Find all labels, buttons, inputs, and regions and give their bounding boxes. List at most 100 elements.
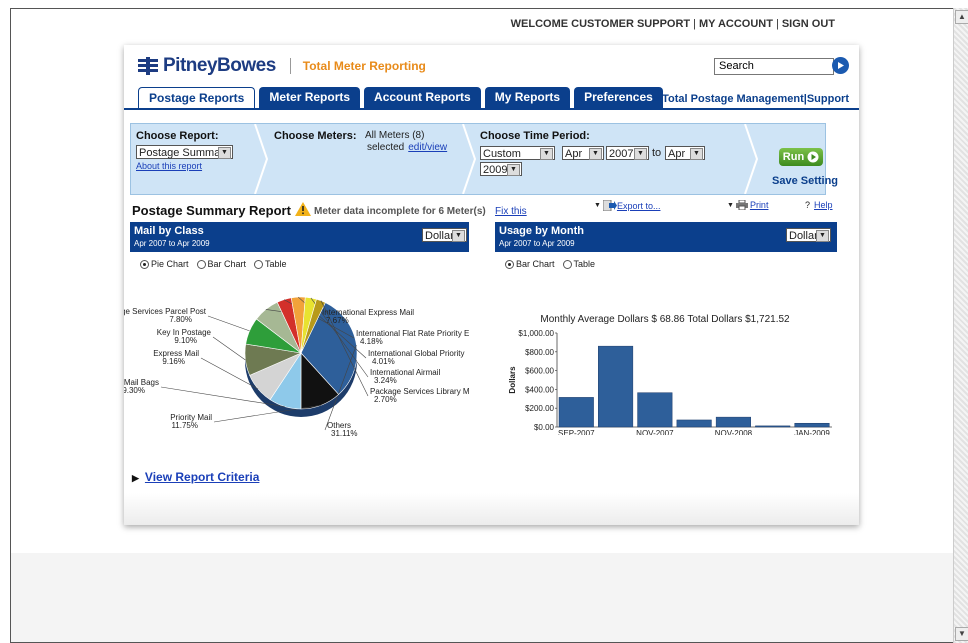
choose-meters-label: Choose Meters: <box>274 130 357 142</box>
support-link[interactable]: Support <box>807 93 849 105</box>
search-input[interactable] <box>714 58 834 75</box>
scroll-up-icon[interactable]: ▲ <box>955 10 968 24</box>
to-year-select[interactable]: 2009 ▼ <box>480 162 522 176</box>
report-controls <box>130 123 826 195</box>
run-button-label: Run <box>782 151 805 163</box>
welcome-text: WELCOME CUSTOMER SUPPORT <box>510 18 691 30</box>
run-button[interactable]: Run <box>779 148 823 166</box>
bar-sep-2007 <box>558 397 594 428</box>
tab-rule <box>124 108 859 110</box>
view-report-criteria-link[interactable]: ▶ View Report Criteria <box>132 470 259 484</box>
to-label: to <box>652 147 662 159</box>
step-divider-icon <box>254 124 269 194</box>
y-tick-label: $200.00 <box>525 404 554 413</box>
logo-divider <box>289 58 291 74</box>
tab-account-reports[interactable]: Account Reports <box>364 87 481 108</box>
bar-jan-2009 <box>794 422 830 428</box>
pie-slice-value: 9.10% <box>174 336 197 345</box>
pie-slice-value: 4.01% <box>372 357 395 366</box>
chevron-down-icon: ▼ <box>218 147 231 159</box>
chevron-down-icon: ▼ <box>690 148 703 160</box>
bar-nov-2008 <box>715 416 751 428</box>
tab-meter-reports[interactable]: Meter Reports <box>259 87 361 108</box>
brand-name: PitneyBowes <box>163 55 276 76</box>
step-divider-icon <box>744 124 759 194</box>
usage-by-month-bar-chart: Monthly Average Dollars $ 68.86 Total Do… <box>508 314 832 435</box>
y-tick-label: $600.00 <box>525 367 554 376</box>
help-icon: ? <box>805 200 811 210</box>
pie-slice-value: 2.70% <box>374 395 397 404</box>
pie-leader-line <box>207 315 250 332</box>
bar-dec-2008 <box>755 425 791 428</box>
to-month-select[interactable]: Apr ▼ <box>665 146 705 160</box>
print-link[interactable]: ▼ Print <box>727 200 768 210</box>
chevron-down-icon: ▼ <box>634 148 647 160</box>
chevron-down-icon: ▼ <box>507 164 520 176</box>
sign-out-link[interactable]: SIGN OUT <box>782 18 835 30</box>
tab-my-reports[interactable]: My Reports <box>484 87 571 108</box>
x-tick-label: NOV-2007 <box>636 429 674 435</box>
browser-viewport: WELCOME CUSTOMER SUPPORT | MY ACCOUNT | SIGN… <box>10 8 954 643</box>
tab-postage-reports[interactable]: Postage Reports <box>138 87 256 109</box>
my-account-link[interactable]: MY ACCOUNT <box>699 18 773 30</box>
vertical-scrollbar[interactable]: ▲ ▼ <box>953 8 968 643</box>
about-report-link[interactable]: About this report <box>136 161 202 171</box>
play-icon <box>807 151 819 163</box>
mail-unit-select[interactable]: Dollars ▼ <box>422 228 467 242</box>
y-tick-label: $0.00 <box>534 423 555 432</box>
from-month-select[interactable]: Apr ▼ <box>562 146 604 160</box>
pie-slice-value: 4.18% <box>360 337 383 346</box>
tab-links: > Total Postage Management|Support <box>652 93 849 105</box>
total-postage-management-link[interactable]: > Total Postage Management <box>653 93 804 105</box>
product-name: Total Meter Reporting <box>302 59 426 73</box>
table-radio[interactable]: Table <box>254 259 287 269</box>
save-setting-link[interactable]: Save Setting <box>772 175 838 187</box>
fix-this-link[interactable]: Fix this <box>495 206 527 217</box>
choose-time-label: Choose Time Period: <box>480 130 590 142</box>
table-radio[interactable]: Table <box>562 259 595 269</box>
report-page: PitneyBowes Total Meter Reporting Postag… <box>124 45 859 525</box>
pie-slice-value: 11.75% <box>171 421 198 430</box>
usage-unit-select[interactable]: Dollars ▼ <box>786 228 831 242</box>
report-select[interactable]: Postage Summary ▼ <box>136 145 233 159</box>
pie-chart-radio[interactable]: Pie Chart <box>140 259 189 269</box>
step-divider-icon <box>462 124 477 194</box>
mail-class-pie-chart: Others31.11%Priority Mail11.75%Internati… <box>124 296 469 438</box>
mail-panel-subtitle: Apr 2007 to Apr 2009 <box>134 239 210 248</box>
chevron-down-icon: ▼ <box>816 230 829 242</box>
bar-chart-title: Monthly Average Dollars $ 68.86 Total Do… <box>540 314 790 325</box>
from-year-select[interactable]: 2007 ▼ <box>606 146 649 160</box>
pie-slice-value: 9.30% <box>124 386 145 395</box>
pitney-bowes-logo-icon <box>138 57 158 75</box>
printer-icon <box>735 200 748 210</box>
bar-chart-radio[interactable]: Bar Chart <box>505 259 555 269</box>
chevron-down-icon: ▼ <box>540 148 553 160</box>
warning-icon <box>295 202 311 216</box>
x-tick-label: NOV-2008 <box>715 429 753 435</box>
bar-oct-2007 <box>598 345 634 428</box>
mail-by-class-header: Mail by Class Apr 2007 to Apr 2009 Dolla… <box>130 222 469 252</box>
bar-nov-2007 <box>637 392 673 428</box>
help-link[interactable]: ? Help <box>805 200 833 210</box>
period-select[interactable]: Custom ▼ <box>480 146 555 160</box>
tab-preferences[interactable]: Preferences <box>574 87 663 108</box>
chevron-down-icon: ▼ <box>594 202 601 209</box>
viewport-background <box>11 553 953 642</box>
y-tick-label: $1,000.00 <box>518 329 554 338</box>
top-nav: WELCOME CUSTOMER SUPPORT | MY ACCOUNT | SIGN… <box>510 18 835 30</box>
report-title: Postage Summary Report <box>132 203 291 218</box>
main-tabs: Postage Reports Meter Reports Account Re… <box>138 87 667 109</box>
usage-by-month-header: Usage by Month Apr 2007 to Apr 2009 Doll… <box>495 222 837 252</box>
x-tick-label: SEP-2007 <box>558 429 595 435</box>
pie-slice-label: Package Services Parcel Post <box>124 307 207 316</box>
bar-chart-radio[interactable]: Bar Chart <box>196 259 246 269</box>
meter-warning: Meter data incomplete for 6 Meter(s) <box>314 206 486 217</box>
search-go-icon[interactable] <box>832 57 849 74</box>
export-icon <box>602 200 617 211</box>
usage-view-options: Bar Chart Table <box>505 259 595 269</box>
export-link[interactable]: ▼ Export to... <box>594 200 660 211</box>
brand-logo[interactable]: PitneyBowes Total Meter Reporting <box>138 55 426 77</box>
edit-meters-link[interactable]: edit/view <box>408 142 447 153</box>
chevron-down-icon: ▼ <box>727 201 734 209</box>
scroll-down-icon[interactable]: ▼ <box>955 627 968 641</box>
